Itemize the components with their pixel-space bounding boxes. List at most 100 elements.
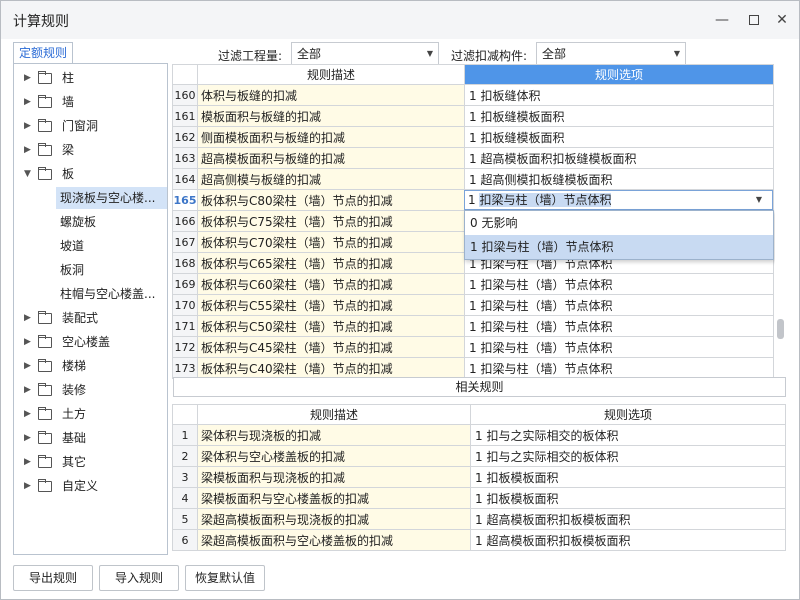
- column-header-option[interactable]: 规则选项: [470, 404, 786, 425]
- filter-member-select[interactable]: 全部 ▼: [536, 42, 686, 66]
- rule-description[interactable]: 板体积与C40梁柱（墙）节点的扣减: [197, 357, 465, 379]
- rule-option[interactable]: 1 扣与之实际相交的板体积: [470, 424, 786, 446]
- rule-option[interactable]: 1 扣梁与柱（墙）节点体积: [464, 357, 774, 379]
- rule-description[interactable]: 体积与板缝的扣减: [197, 84, 465, 106]
- dropdown-option-deduct[interactable]: 1 扣梁与柱（墙）节点体积: [465, 235, 773, 259]
- rule-description[interactable]: 板体积与C75梁柱（墙）节点的扣减: [197, 210, 465, 232]
- filter-project-select[interactable]: 全部 ▼: [291, 42, 439, 66]
- table-row[interactable]: 171 板体积与C50梁柱（墙）节点的扣减 1 扣梁与柱（墙）节点体积: [172, 315, 774, 337]
- rule-description[interactable]: 侧面模板面积与板缝的扣减: [197, 126, 465, 148]
- tree-node[interactable]: ▶ 梁: [14, 139, 167, 161]
- tree-node[interactable]: ▶ 装修: [14, 379, 167, 401]
- table-row[interactable]: 170 板体积与C55梁柱（墙）节点的扣减 1 扣梁与柱（墙）节点体积: [172, 294, 774, 316]
- table-row[interactable]: 3 梁模板面积与现浇板的扣减 1 扣板模板面积: [172, 466, 786, 488]
- expand-right-icon[interactable]: ▶: [24, 427, 31, 449]
- tree-node[interactable]: ▶ 楼梯: [14, 355, 167, 377]
- table-row[interactable]: 164 超高侧模与板缝的扣减 1 超高侧模扣板缝模板面积: [172, 168, 774, 190]
- rule-option-combobox[interactable]: 1 扣梁与柱（墙）节点体积 ▼: [464, 190, 773, 210]
- expand-right-icon[interactable]: ▶: [24, 331, 31, 353]
- tree-child-item[interactable]: 坡道: [56, 235, 167, 257]
- restore-defaults-button[interactable]: 恢复默认值: [185, 565, 265, 591]
- rule-option[interactable]: 1 扣梁与柱（墙）节点体积: [464, 294, 774, 316]
- minimize-icon[interactable]: —: [711, 9, 733, 31]
- tree-node[interactable]: ▶ 装配式: [14, 307, 167, 329]
- rule-description[interactable]: 板体积与C55梁柱（墙）节点的扣减: [197, 294, 465, 316]
- rule-description[interactable]: 梁模板面积与现浇板的扣减: [197, 466, 471, 488]
- rule-option[interactable]: 1 扣梁与柱（墙）节点体积: [464, 336, 774, 358]
- rule-description[interactable]: 梁体积与空心楼盖板的扣减: [197, 445, 471, 467]
- table-row[interactable]: 4 梁模板面积与空心楼盖板的扣减 1 扣板模板面积: [172, 487, 786, 509]
- column-header-option[interactable]: 规则选项: [464, 64, 774, 85]
- rule-option[interactable]: 1 超高侧模扣板缝模板面积: [464, 168, 774, 190]
- rule-description[interactable]: 超高模板面积与板缝的扣减: [197, 147, 465, 169]
- expand-right-icon[interactable]: ▶: [24, 451, 31, 473]
- column-header-description[interactable]: 规则描述: [197, 404, 471, 425]
- tree-child-item[interactable]: 螺旋板: [56, 211, 167, 233]
- maximize-icon[interactable]: [743, 9, 765, 31]
- table-row[interactable]: 172 板体积与C45梁柱（墙）节点的扣减 1 扣梁与柱（墙）节点体积: [172, 336, 774, 358]
- rule-description[interactable]: 超高侧模与板缝的扣减: [197, 168, 465, 190]
- rule-option[interactable]: 1 超高模板面积扣板模板面积: [470, 508, 786, 530]
- rule-option[interactable]: 1 扣梁与柱（墙）节点体积: [464, 315, 774, 337]
- tree-node[interactable]: ▶ 其它: [14, 451, 167, 473]
- table-row[interactable]: 163 超高模板面积与板缝的扣减 1 超高模板面积扣板缝模板面积: [172, 147, 774, 169]
- tab-quota-rules[interactable]: 定额规则: [13, 42, 73, 64]
- rule-description[interactable]: 板体积与C60梁柱（墙）节点的扣减: [197, 273, 465, 295]
- rule-option[interactable]: 1 扣梁与柱（墙）节点体积: [464, 273, 774, 295]
- rule-option[interactable]: 1 扣板模板面积: [470, 487, 786, 509]
- chevron-down-icon[interactable]: ▼: [756, 191, 762, 209]
- rule-option[interactable]: 1 超高模板面积扣板模板面积: [470, 529, 786, 551]
- table-row[interactable]: 2 梁体积与空心楼盖板的扣减 1 扣与之实际相交的板体积: [172, 445, 786, 467]
- rule-description[interactable]: 梁超高模板面积与现浇板的扣减: [197, 508, 471, 530]
- tree-child-item[interactable]: 现浇板与空心楼...: [56, 187, 167, 209]
- rule-description[interactable]: 板体积与C45梁柱（墙）节点的扣减: [197, 336, 465, 358]
- rule-description[interactable]: 板体积与C50梁柱（墙）节点的扣减: [197, 315, 465, 337]
- table-row[interactable]: 160 体积与板缝的扣减 1 扣板缝体积: [172, 84, 774, 106]
- tree-child-item[interactable]: 板洞: [56, 259, 167, 281]
- expand-right-icon[interactable]: ▶: [24, 91, 31, 113]
- export-rules-button[interactable]: 导出规则: [13, 565, 93, 591]
- expand-right-icon[interactable]: ▶: [24, 355, 31, 377]
- tree-node[interactable]: ▶ 空心楼盖: [14, 331, 167, 353]
- expand-right-icon[interactable]: ▶: [24, 67, 31, 89]
- expand-right-icon[interactable]: ▶: [24, 475, 31, 497]
- expand-right-icon[interactable]: ▶: [24, 139, 31, 161]
- expand-right-icon[interactable]: ▶: [24, 403, 31, 425]
- close-icon[interactable]: ✕: [771, 9, 793, 31]
- rule-description[interactable]: 模板面积与板缝的扣减: [197, 105, 465, 127]
- tree-node[interactable]: ▶ 墙: [14, 91, 167, 113]
- rule-option[interactable]: 1 扣与之实际相交的板体积: [470, 445, 786, 467]
- expand-right-icon[interactable]: ▶: [24, 307, 31, 329]
- rule-option[interactable]: 1 超高模板面积扣板缝模板面积: [464, 147, 774, 169]
- table-row[interactable]: 162 侧面模板面积与板缝的扣减 1 扣板缝模板面积: [172, 126, 774, 148]
- rule-description[interactable]: 梁模板面积与空心楼盖板的扣减: [197, 487, 471, 509]
- rule-description[interactable]: 板体积与C80梁柱（墙）节点的扣减: [197, 189, 465, 211]
- rule-option[interactable]: 1 扣板缝模板面积: [464, 105, 774, 127]
- tree-node[interactable]: ▶ 柱: [14, 67, 167, 89]
- rule-description[interactable]: 板体积与C70梁柱（墙）节点的扣减: [197, 231, 465, 253]
- tree-node[interactable]: ▶ 土方: [14, 403, 167, 425]
- rule-option[interactable]: 1 扣板缝体积: [464, 84, 774, 106]
- tree-child-item[interactable]: 柱帽与空心楼盖...: [56, 283, 167, 305]
- rule-description[interactable]: 梁超高模板面积与空心楼盖板的扣减: [197, 529, 471, 551]
- import-rules-button[interactable]: 导入规则: [99, 565, 179, 591]
- rule-option[interactable]: 1 扣板模板面积: [470, 466, 786, 488]
- rules-scrollbar[interactable]: [775, 63, 787, 373]
- tree-node[interactable]: ▼ 板: [14, 163, 167, 185]
- expand-right-icon[interactable]: ▶: [24, 115, 31, 137]
- table-row[interactable]: 169 板体积与C60梁柱（墙）节点的扣减 1 扣梁与柱（墙）节点体积: [172, 273, 774, 295]
- table-row[interactable]: 161 模板面积与板缝的扣减 1 扣板缝模板面积: [172, 105, 774, 127]
- column-header-description[interactable]: 规则描述: [197, 64, 465, 85]
- tree-node[interactable]: ▶ 基础: [14, 427, 167, 449]
- tree-node[interactable]: ▶ 自定义: [14, 475, 167, 497]
- table-row[interactable]: 6 梁超高模板面积与空心楼盖板的扣减 1 超高模板面积扣板模板面积: [172, 529, 786, 551]
- table-row[interactable]: 5 梁超高模板面积与现浇板的扣减 1 超高模板面积扣板模板面积: [172, 508, 786, 530]
- expand-down-icon[interactable]: ▼: [24, 163, 31, 185]
- rule-description[interactable]: 板体积与C65梁柱（墙）节点的扣减: [197, 252, 465, 274]
- tree-node[interactable]: ▶ 门窗洞: [14, 115, 167, 137]
- expand-right-icon[interactable]: ▶: [24, 379, 31, 401]
- table-row[interactable]: 1 梁体积与现浇板的扣减 1 扣与之实际相交的板体积: [172, 424, 786, 446]
- scrollbar-thumb[interactable]: [777, 319, 784, 339]
- rule-option[interactable]: 1 扣板缝模板面积: [464, 126, 774, 148]
- dropdown-option-none[interactable]: 0 无影响: [465, 211, 773, 235]
